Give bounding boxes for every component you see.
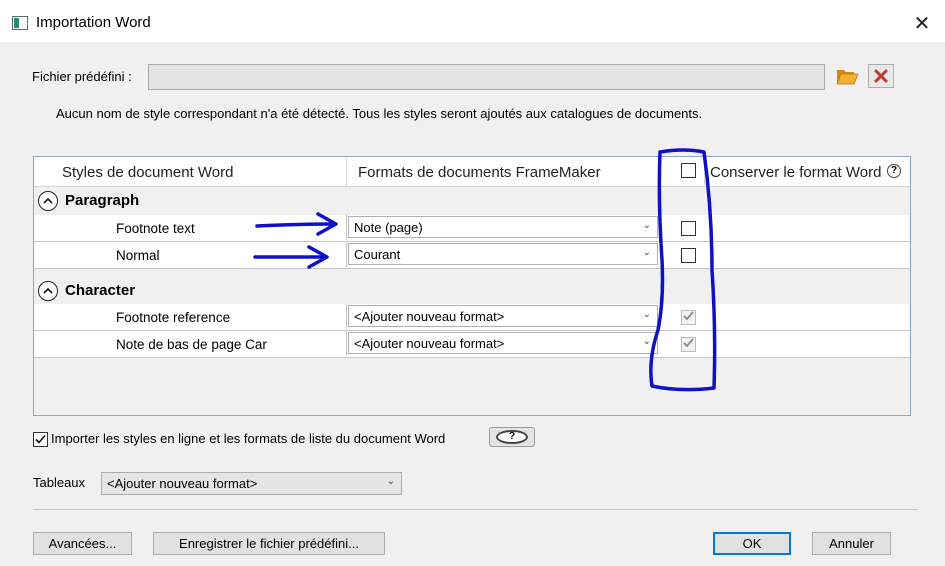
annotation-arrow <box>253 245 329 269</box>
annotation-overlay <box>253 148 717 392</box>
annotation-arrow <box>255 212 338 236</box>
annotation-loop <box>649 148 717 392</box>
